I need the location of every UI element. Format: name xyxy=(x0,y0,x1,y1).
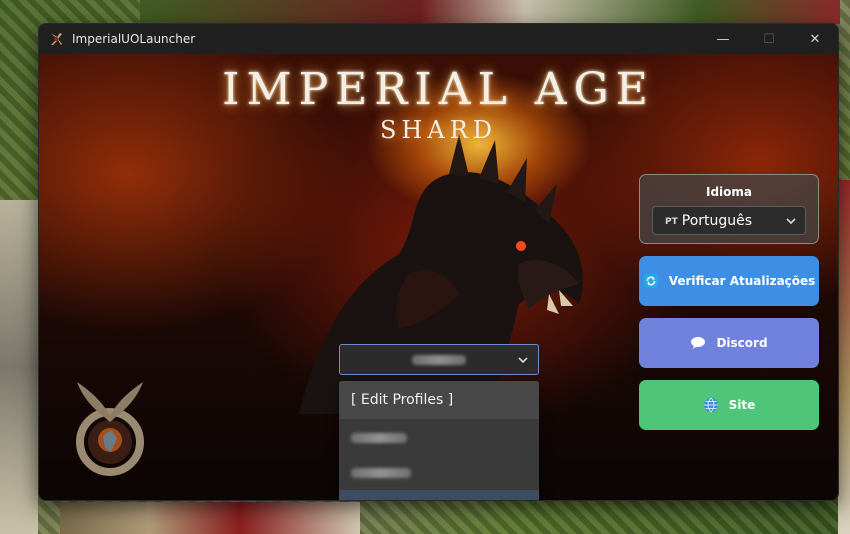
profile-dropdown: [ Edit Profiles ] xyxy=(339,381,539,500)
edit-profiles-option[interactable]: [ Edit Profiles ] xyxy=(339,381,539,420)
site-button[interactable]: Site xyxy=(639,380,819,430)
discord-button[interactable]: Discord xyxy=(639,318,819,368)
globe-icon xyxy=(703,397,719,413)
profile-option-text xyxy=(351,432,407,443)
language-selected-value: Português xyxy=(681,212,753,229)
banner-title: IMPERIAL AGE xyxy=(222,64,655,115)
ultima-online-emblem-icon xyxy=(67,372,153,478)
window-controls: — ☐ ✕ xyxy=(700,24,838,54)
language-select[interactable]: PT Português xyxy=(652,206,806,235)
refresh-icon xyxy=(643,273,659,289)
discord-label: Discord xyxy=(716,336,768,350)
language-panel: Idioma PT Português xyxy=(639,174,819,244)
window-title: ImperialUOLauncher xyxy=(72,32,196,46)
banner-subtitle: SHARD xyxy=(379,116,497,144)
app-icon xyxy=(48,31,64,47)
profile-select[interactable] xyxy=(339,344,539,375)
launcher-window: ImperialUOLauncher — ☐ ✕ IMPERIAL AGE SH… xyxy=(38,23,839,501)
maximize-button[interactable]: ☐ xyxy=(746,24,792,54)
background-game-scene-bottom xyxy=(60,502,360,534)
flag-icon: PT xyxy=(665,217,678,227)
chevron-down-icon xyxy=(785,215,797,227)
chat-bubble-icon xyxy=(690,335,706,351)
check-updates-button[interactable]: Verificar Atualizações xyxy=(639,256,819,306)
title-bar[interactable]: ImperialUOLauncher — ☐ ✕ xyxy=(39,24,838,54)
profile-option[interactable] xyxy=(339,455,539,490)
close-button[interactable]: ✕ xyxy=(792,24,838,54)
language-label: Idioma xyxy=(705,185,752,199)
background-game-scene-left xyxy=(0,200,38,534)
profile-option-text xyxy=(351,467,411,478)
background-game-scene-right xyxy=(838,180,850,534)
site-label: Site xyxy=(728,398,756,412)
chevron-down-icon xyxy=(517,354,529,366)
launcher-content: IMPERIAL AGE SHARD [ Edit Profiles ] Idi… xyxy=(39,54,838,500)
minimize-button[interactable]: — xyxy=(700,24,746,54)
check-updates-label: Verificar Atualizações xyxy=(668,274,816,288)
profile-option[interactable] xyxy=(339,420,539,455)
background-game-scene-top xyxy=(140,0,840,24)
profile-option[interactable] xyxy=(339,490,539,500)
profile-selected-value xyxy=(412,354,466,365)
